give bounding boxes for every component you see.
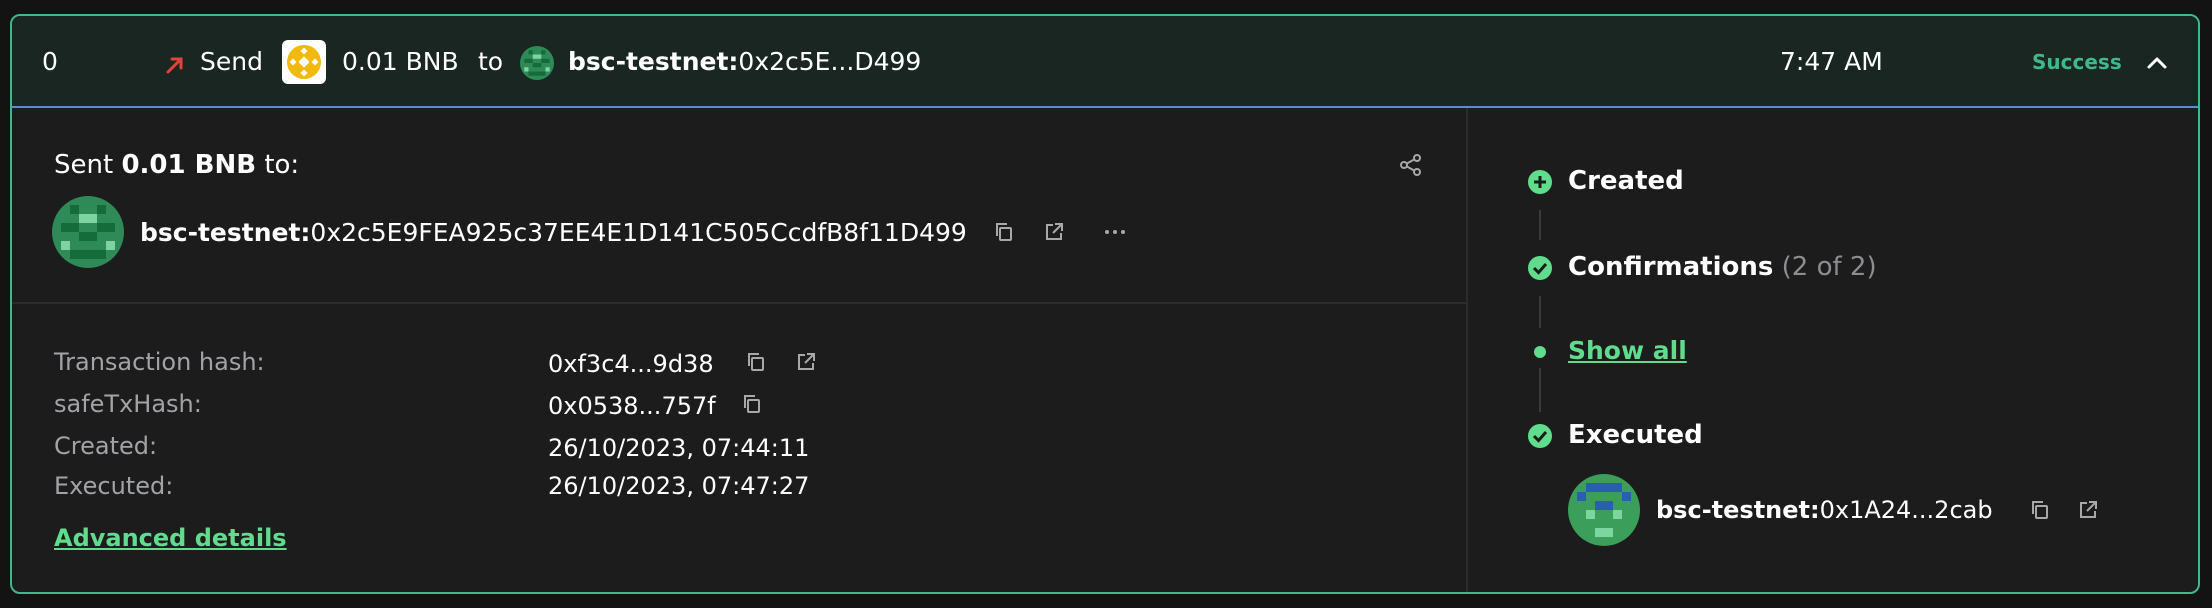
- timeline-confirmations: Confirmations (2 of 2): [1568, 252, 1877, 282]
- timeline-created: Created: [1568, 166, 1684, 196]
- identicon: [520, 46, 554, 80]
- recipient-full-address: bsc-testnet:0x2c5E9FEA925c37EE4E1D141C50…: [140, 218, 967, 247]
- executor-identicon: [1568, 474, 1640, 546]
- executed-value: 26/10/2023, 07:47:27: [548, 472, 810, 500]
- timeline-executed: Executed: [1568, 420, 1703, 450]
- check-circle-icon: [1528, 424, 1552, 448]
- show-all-link[interactable]: Show all: [1568, 336, 1687, 365]
- outgoing-arrow-icon: [166, 57, 183, 74]
- check-circle-icon: [1528, 256, 1552, 280]
- address-short: 0x2c5E...D499: [738, 47, 922, 76]
- more-icon[interactable]: [1102, 220, 1128, 244]
- transaction-type: Send: [200, 47, 263, 76]
- recipient-identicon: [52, 196, 124, 268]
- tx-hash-label: Transaction hash:: [54, 348, 265, 376]
- amount: 0.01 BNB: [342, 47, 459, 76]
- timeline-connector: [1539, 296, 1541, 328]
- dot-icon: [1534, 346, 1546, 358]
- tx-hash-value: 0xf3c4...9d38: [548, 350, 714, 378]
- recipient-short[interactable]: bsc-testnet:0x2c5E...D499: [568, 47, 921, 76]
- chain-prefix: bsc-testnet:: [568, 47, 739, 76]
- timeline-connector: [1539, 210, 1541, 240]
- created-value: 26/10/2023, 07:44:11: [548, 434, 810, 462]
- transaction-summary-row[interactable]: 0 Send 0.01 BNB to bsc-testnet:0x2c5E...…: [12, 16, 2198, 108]
- executed-label: Executed:: [54, 472, 174, 500]
- external-link-icon[interactable]: [2076, 498, 2100, 522]
- copy-icon[interactable]: [740, 392, 764, 416]
- external-link-icon[interactable]: [1042, 220, 1066, 244]
- transaction-time: 7:47 AM: [1780, 47, 1883, 76]
- nonce: 0: [42, 47, 58, 76]
- copy-icon[interactable]: [2028, 498, 2052, 522]
- share-icon[interactable]: [1398, 152, 1424, 178]
- section-divider: [12, 302, 1466, 304]
- plus-circle-icon: [1528, 170, 1552, 194]
- confirmations-count: (2 of 2): [1781, 252, 1877, 282]
- to-label: to: [478, 47, 504, 76]
- copy-icon[interactable]: [744, 350, 768, 374]
- timeline-connector: [1539, 368, 1541, 412]
- sent-heading: Sent 0.01 BNB to:: [54, 150, 300, 180]
- external-link-icon[interactable]: [794, 350, 818, 374]
- created-label: Created:: [54, 432, 158, 460]
- status-badge: Success: [2032, 50, 2122, 74]
- safe-tx-hash-label: safeTxHash:: [54, 390, 202, 418]
- copy-icon[interactable]: [992, 220, 1016, 244]
- executor-address: bsc-testnet:0x1A24...2cab: [1656, 496, 1993, 524]
- advanced-details-link[interactable]: Advanced details: [54, 524, 287, 552]
- sent-amount: 0.01 BNB: [121, 150, 257, 180]
- chevron-up-icon[interactable]: [2144, 50, 2170, 76]
- bnb-token-icon: [282, 40, 326, 84]
- column-divider: [1466, 108, 1468, 592]
- transaction-card: 0 Send 0.01 BNB to bsc-testnet:0x2c5E...…: [10, 14, 2200, 594]
- safe-tx-hash-value: 0x0538...757f: [548, 392, 716, 420]
